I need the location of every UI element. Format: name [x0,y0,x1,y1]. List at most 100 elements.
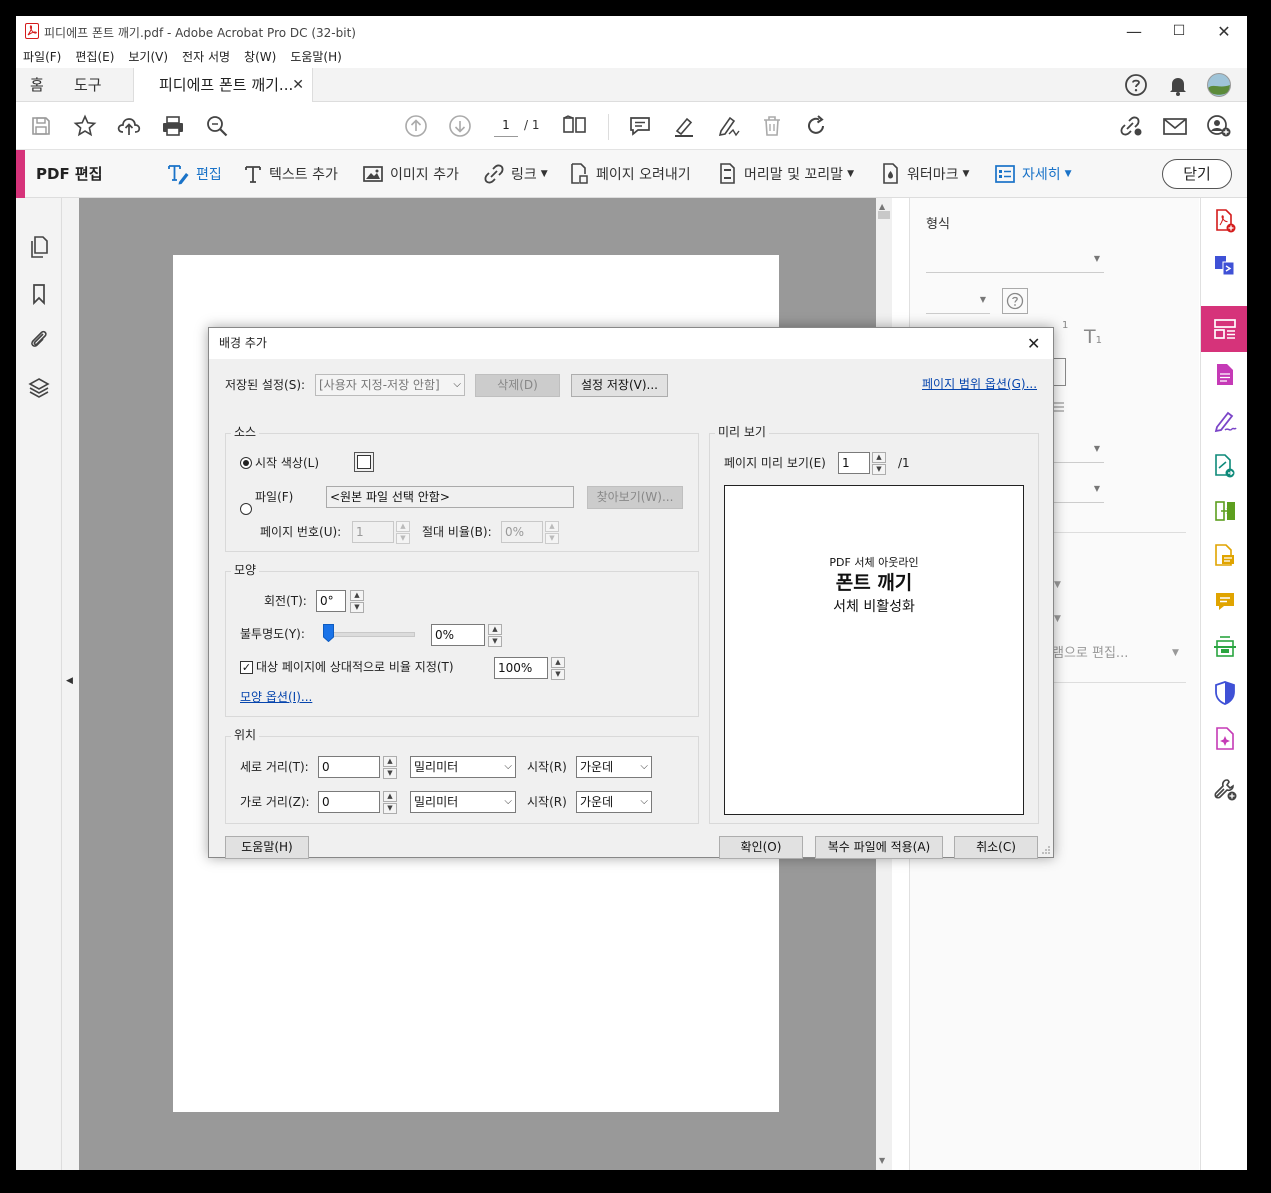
opacity-slider-thumb[interactable] [323,624,334,642]
crop-pages-button[interactable]: 페이지 오려내기 [568,150,691,198]
relative-scale-checkbox[interactable]: ✓ [240,661,253,674]
dialog-close-icon[interactable]: ✕ [1027,328,1040,359]
horizontal-unit-select[interactable]: 밀리미터 ⌵ [410,791,516,813]
spin-down-icon[interactable]: ▼ [350,602,364,613]
scrollbar-thumb[interactable] [878,211,890,219]
zoom-search-icon[interactable] [203,112,231,140]
relative-scale-field[interactable]: 100% [494,657,548,679]
help-button[interactable]: 도움말(H) [225,836,309,859]
page-number-spinner[interactable]: ▲ ▼ [396,521,410,544]
format-help-icon[interactable] [1002,288,1028,314]
page-layout-icon[interactable] [561,112,589,140]
scroll-up-icon[interactable]: ▲ [879,202,885,211]
edit-with-chevron-down-icon[interactable]: ▼ [1172,648,1179,658]
spin-down-icon[interactable]: ▼ [545,533,559,544]
horizontal-distance-field[interactable]: 0 [318,791,380,813]
resize-grip-icon[interactable] [1041,845,1051,855]
close-edit-button[interactable]: 닫기 [1162,159,1232,189]
save-icon[interactable] [27,112,55,140]
spin-up-icon[interactable]: ▲ [350,590,364,601]
spin-up-icon[interactable]: ▲ [383,756,397,767]
watermark-button[interactable]: 워터마크 ▼ [881,150,969,198]
star-icon[interactable] [71,112,99,140]
crop-chevron-down-icon[interactable]: ▼ [1054,614,1061,624]
edit-tool-button[interactable]: 편집 [166,150,222,198]
add-user-icon[interactable] [1205,112,1233,140]
more-button[interactable]: 자세히 ▼ [994,150,1072,198]
comment-icon[interactable] [626,112,654,140]
tab-document[interactable]: 피디에프 폰트 깨기... ✕ [133,68,313,102]
protect-shield-icon[interactable] [1210,678,1240,708]
bookmark-icon[interactable] [26,281,52,307]
font-select[interactable]: ▼ [926,252,1104,273]
browse-button[interactable]: 찾아보기(W)... [587,486,683,509]
share-link-icon[interactable] [1117,112,1145,140]
cancel-button[interactable]: 취소(C) [954,836,1038,859]
print-icon[interactable] [159,112,187,140]
export-pdf-icon[interactable] [1210,360,1240,390]
spin-up-icon[interactable]: ▲ [488,624,502,635]
ok-button[interactable]: 확인(O) [719,836,803,859]
horizontal-from-select[interactable]: 가운데 ⌵ [576,791,652,813]
spin-down-icon[interactable]: ▼ [488,636,502,647]
menu-file[interactable]: 파일(F) [16,46,68,68]
opacity-slider-track[interactable] [323,632,415,637]
draw-sign-icon[interactable] [714,112,742,140]
page-number-field[interactable]: 1 [352,521,394,543]
highlight-pen-icon[interactable] [670,112,698,140]
next-page-icon[interactable] [446,112,474,140]
menu-window[interactable]: 창(W) [237,46,283,68]
spin-up-icon[interactable]: ▲ [551,657,565,668]
scroll-down-icon[interactable]: ▼ [879,1156,885,1165]
minimize-button[interactable]: — [1111,16,1157,46]
menu-view[interactable]: 보기(V) [121,46,175,68]
arrange-chevron-down-icon[interactable]: ▼ [1054,580,1061,590]
superscript-icon[interactable]: 1 [1062,320,1068,331]
spin-down-icon[interactable]: ▼ [383,768,397,779]
opacity-spinner[interactable]: ▲ ▼ [488,624,502,647]
spin-down-icon[interactable]: ▼ [551,669,565,680]
font-size-select[interactable]: ▼ [926,293,990,314]
rotation-spinner[interactable]: ▲ ▼ [350,590,364,613]
spin-up-icon[interactable]: ▲ [872,452,886,463]
add-text-button[interactable]: 텍스트 추가 [243,150,338,198]
tab-tools[interactable]: 도구 [60,68,116,102]
spin-down-icon[interactable]: ▼ [396,533,410,544]
prepare-form-icon[interactable] [1210,724,1240,754]
email-icon[interactable] [1161,112,1189,140]
save-settings-button[interactable]: 설정 저장(V)... [571,374,668,397]
scan-ocr-icon[interactable] [1210,632,1240,662]
page-thumbnails-icon[interactable] [26,234,52,260]
spin-up-icon[interactable]: ▲ [545,521,559,532]
spin-up-icon[interactable]: ▲ [383,791,397,802]
create-pdf-icon[interactable] [1210,206,1240,236]
add-image-button[interactable]: 이미지 추가 [362,150,459,198]
vertical-distance-spinner[interactable]: ▲ ▼ [383,756,397,779]
preview-page-spinner[interactable]: ▲ ▼ [872,452,886,475]
vertical-from-select[interactable]: 가운데 ⌵ [576,756,652,778]
opacity-field[interactable]: 0% [431,624,485,646]
left-panel-collapse-handle[interactable]: ◀ [62,198,79,1170]
help-icon[interactable] [1124,73,1148,97]
spin-up-icon[interactable]: ▲ [396,521,410,532]
vertical-distance-field[interactable]: 0 [318,756,380,778]
attachment-paperclip-icon[interactable] [26,326,52,352]
previous-page-icon[interactable] [402,112,430,140]
edit-with-program-label[interactable]: 램으로 편집... [1052,644,1128,664]
delete-settings-button[interactable]: 삭제(D) [475,374,560,397]
spin-down-icon[interactable]: ▼ [872,464,886,475]
header-footer-button[interactable]: 머리말 및 꼬리말 ▼ [718,150,854,198]
organize-pages-icon[interactable] [1210,496,1240,526]
maximize-button[interactable]: ☐ [1156,16,1202,46]
send-for-signature-icon[interactable] [1210,451,1240,481]
apply-to-multiple-button[interactable]: 복수 파일에 적용(A) [815,836,943,859]
preview-page-field[interactable]: 1 [838,452,870,474]
edit-pdf-tool-active[interactable] [1201,306,1247,352]
layers-icon[interactable] [26,375,52,401]
avatar[interactable] [1207,73,1231,97]
trash-icon[interactable] [758,112,786,140]
link-button[interactable]: 링크 ▼ [483,150,548,198]
saved-settings-select[interactable]: [사용자 지정-저장 안함] ⌵ [315,374,465,396]
combine-files-icon[interactable] [1210,251,1240,281]
close-window-button[interactable]: ✕ [1201,16,1247,46]
